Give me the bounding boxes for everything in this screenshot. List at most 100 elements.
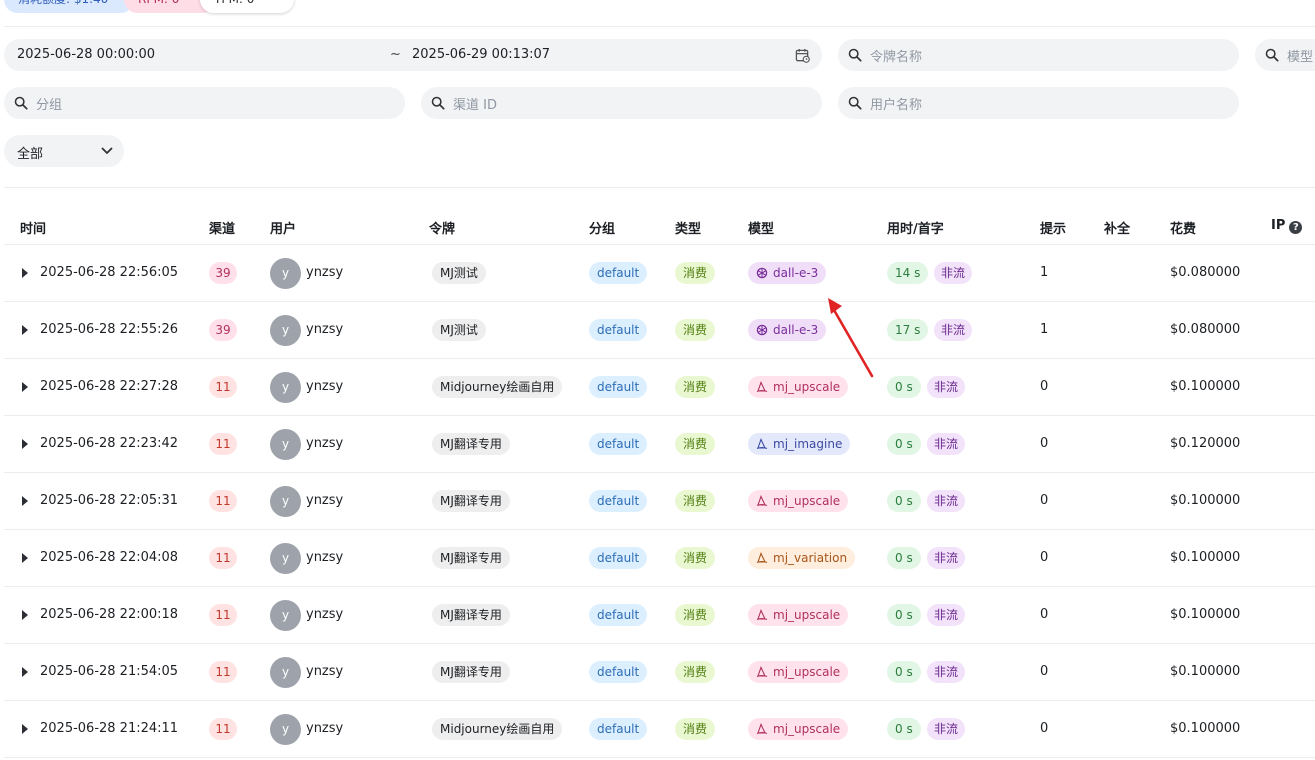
expand-caret-icon[interactable] <box>22 382 28 392</box>
prompt-tokens: 0 <box>1040 721 1049 736</box>
group-placeholder: 分组 <box>36 97 63 113</box>
type-tag: 消费 <box>675 718 716 740</box>
type-tag: 消费 <box>675 490 716 512</box>
model-tag[interactable]: mj_upscale <box>748 718 849 740</box>
channel-badge: 11 <box>209 376 237 398</box>
help-icon[interactable]: ? <box>1289 221 1303 234</box>
col-group: 分组 <box>589 222 616 237</box>
duration-tag: 0 s <box>887 718 921 740</box>
cost-value: $0.080000 <box>1170 322 1241 337</box>
token-tag: Midjourney绘画自用 <box>432 376 563 398</box>
model-tag[interactable]: mj_upscale <box>748 661 849 683</box>
midjourney-icon <box>756 609 768 621</box>
row-user: ynzsy <box>306 436 344 451</box>
quota-tag: 消耗额度: $1.40 <box>4 0 134 13</box>
model-name: dall-e-3 <box>773 323 819 337</box>
table-row[interactable]: 2025-06-28 22:05:31 11 y ynzsy MJ翻译专用 default… <box>4 473 1315 530</box>
prompt-tokens: 1 <box>1040 265 1049 280</box>
expand-caret-icon[interactable] <box>22 268 28 278</box>
table-row[interactable]: 2025-06-28 21:54:05 11 y ynzsy MJ翻译专用 default… <box>4 644 1315 701</box>
expand-caret-icon[interactable] <box>22 553 28 563</box>
model-tag[interactable]: mj_imagine <box>748 433 851 455</box>
type-tag: 消费 <box>675 661 716 683</box>
token-tag: MJ翻译专用 <box>432 547 510 569</box>
table-row[interactable]: 2025-06-28 22:56:05 39 y ynzsy MJ测试 default 消费… <box>4 245 1315 302</box>
token-tag: Midjourney绘画自用 <box>432 718 563 740</box>
stream-tag: 非流 <box>927 604 966 626</box>
row-time: 2025-06-28 22:00:18 <box>40 607 179 622</box>
model-tag[interactable]: dall-e-3 <box>748 319 827 341</box>
avatar: y <box>270 315 301 346</box>
prompt-tokens: 0 <box>1040 607 1049 622</box>
stream-tag: 非流 <box>927 547 966 569</box>
group-tag: default <box>589 376 648 398</box>
model-name: dall-e-3 <box>773 266 819 280</box>
prompt-tokens: 0 <box>1040 664 1049 679</box>
row-time: 2025-06-28 22:23:42 <box>40 436 179 451</box>
tpm-tag: TPM: 0 <box>200 0 294 13</box>
channel-id-input[interactable]: 渠道 ID <box>421 87 822 119</box>
avatar: y <box>270 600 301 631</box>
model-name: mj_upscale <box>773 608 841 622</box>
token-name-input[interactable]: 令牌名称 <box>838 39 1239 71</box>
model-name-input[interactable]: 模型 <box>1255 39 1315 71</box>
type-tag: 消费 <box>675 262 716 284</box>
model-name: mj_upscale <box>773 665 841 679</box>
model-tag[interactable]: dall-e-3 <box>748 262 827 284</box>
cost-value: $0.100000 <box>1170 379 1241 394</box>
duration-tag: 0 s <box>887 604 921 626</box>
table-row[interactable]: 2025-06-28 22:00:18 11 y ynzsy MJ翻译专用 default… <box>4 587 1315 644</box>
table-row[interactable]: 2025-06-28 22:23:42 11 y ynzsy MJ翻译专用 default… <box>4 416 1315 473</box>
row-user: ynzsy <box>306 322 344 337</box>
expand-caret-icon[interactable] <box>22 667 28 677</box>
username-placeholder: 用户名称 <box>870 97 923 113</box>
stream-tag: 非流 <box>934 319 973 341</box>
expand-caret-icon[interactable] <box>22 439 28 449</box>
col-channel: 渠道 <box>209 222 236 237</box>
date-range-picker[interactable]: 2025-06-28 00:00:00 ~ 2025-06-29 00:13:0… <box>4 39 822 71</box>
expand-caret-icon[interactable] <box>22 610 28 620</box>
search-icon <box>1265 48 1279 62</box>
table-row[interactable]: 2025-06-28 22:04:08 11 y ynzsy MJ翻译专用 default… <box>4 530 1315 587</box>
expand-caret-icon[interactable] <box>22 724 28 734</box>
row-time: 2025-06-28 21:54:05 <box>40 664 179 679</box>
avatar: y <box>270 372 301 403</box>
type-tag: 消费 <box>675 604 716 626</box>
stream-tag: 非流 <box>927 376 966 398</box>
username-input[interactable]: 用户名称 <box>838 87 1239 119</box>
token-tag: MJ翻译专用 <box>432 433 510 455</box>
date-start[interactable]: 2025-06-28 00:00:00 <box>17 47 155 62</box>
group-tag: default <box>589 604 648 626</box>
table-row[interactable]: 2025-06-28 22:27:28 11 y ynzsy Midjourney绘画自… <box>4 359 1315 416</box>
expand-caret-icon[interactable] <box>22 325 28 335</box>
model-tag[interactable]: mj_upscale <box>748 490 849 512</box>
table-row[interactable]: 2025-06-28 22:55:26 39 y ynzsy MJ测试 default 消费… <box>4 302 1315 359</box>
expand-caret-icon[interactable] <box>22 496 28 506</box>
stream-tag: 非流 <box>927 718 966 740</box>
search-icon <box>848 96 862 110</box>
group-tag: default <box>589 490 648 512</box>
channel-badge: 39 <box>209 319 237 341</box>
group-input[interactable]: 分组 <box>4 87 405 119</box>
calendar-icon[interactable] <box>795 48 810 63</box>
row-user: ynzsy <box>306 493 344 508</box>
search-icon <box>848 48 862 62</box>
table-row[interactable]: 2025-06-28 21:24:11 11 y ynzsy Midjourney绘画自… <box>4 701 1315 758</box>
avatar: y <box>270 429 301 460</box>
row-user: ynzsy <box>306 721 344 736</box>
date-end[interactable]: 2025-06-29 00:13:07 <box>412 47 550 62</box>
log-type-select[interactable]: 全部 <box>4 135 124 167</box>
model-tag[interactable]: mj_variation <box>748 547 856 569</box>
token-name-placeholder: 令牌名称 <box>870 49 923 65</box>
model-tag[interactable]: mj_upscale <box>748 604 849 626</box>
col-user: 用户 <box>270 222 297 237</box>
divider <box>4 26 1315 27</box>
annotation-arrow <box>828 298 874 378</box>
col-token: 令牌 <box>429 222 456 237</box>
col-time[interactable]: 时间 <box>20 218 46 237</box>
col-completion: 补全 <box>1104 222 1131 237</box>
token-tag: MJ翻译专用 <box>432 661 510 683</box>
row-time: 2025-06-28 22:55:26 <box>40 322 179 337</box>
midjourney-icon <box>756 666 768 678</box>
row-user: ynzsy <box>306 379 344 394</box>
